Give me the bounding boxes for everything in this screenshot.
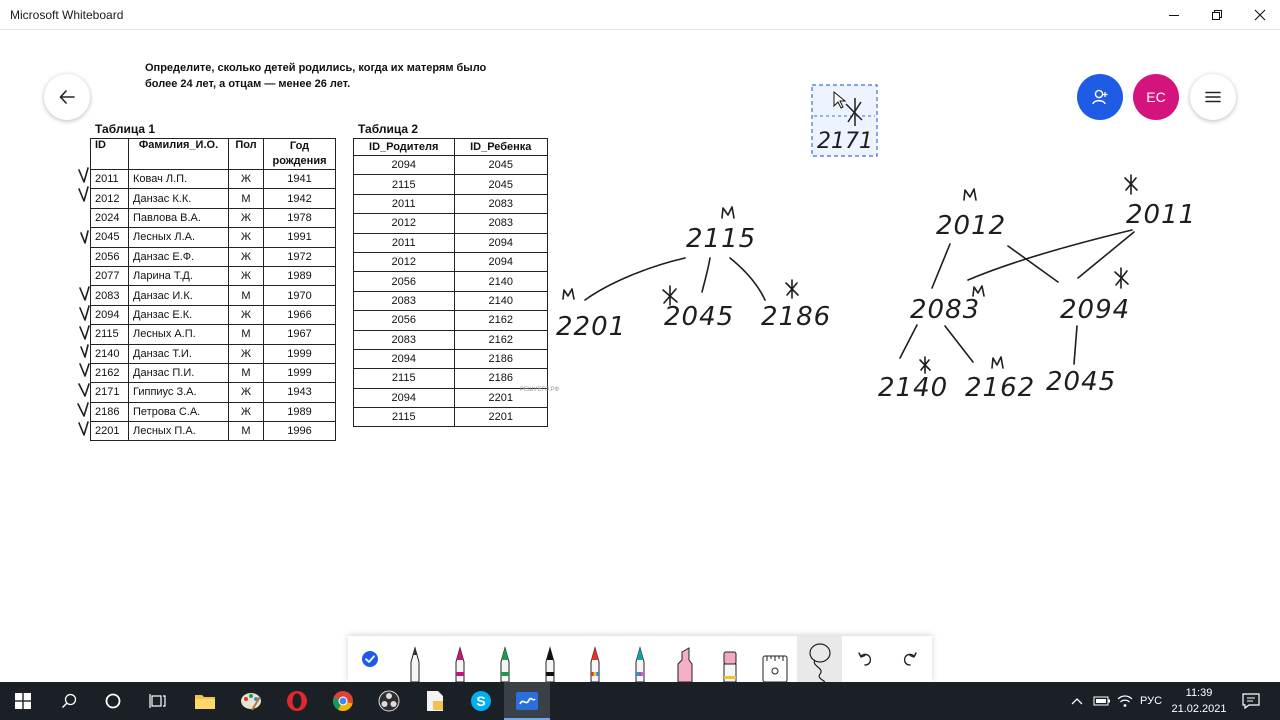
pen-black[interactable] [528, 636, 573, 682]
pen-icon [410, 646, 420, 682]
network-indicator[interactable] [1117, 682, 1133, 720]
tree2-parent-label: 2012 [936, 211, 1006, 241]
taskbar-clock[interactable]: 11:39 21.02.2021 [1168, 685, 1230, 717]
undo-icon [857, 652, 871, 666]
task-view-icon [149, 694, 166, 708]
cortana-button[interactable] [90, 682, 136, 720]
highlighter-icon [677, 647, 693, 682]
tree1-child-label: 2045 [664, 302, 734, 332]
taskbar-chrome[interactable] [320, 682, 366, 720]
pen-magenta[interactable] [438, 636, 483, 682]
notifications-button[interactable] [1242, 682, 1260, 720]
pen-teal[interactable] [618, 636, 663, 682]
tree1-child-label: 2201 [556, 312, 626, 342]
account-avatar[interactable]: EC [1133, 74, 1179, 120]
pen-icon [545, 646, 555, 682]
ruler-icon [762, 655, 788, 682]
taskbar-opera[interactable] [274, 682, 320, 720]
eraser-icon [723, 651, 737, 682]
redo-button[interactable] [887, 636, 932, 682]
windows-logo-icon [15, 693, 31, 709]
invite-button[interactable] [1077, 74, 1123, 120]
notifications-icon [1242, 693, 1260, 709]
pen-icon [635, 646, 645, 682]
taskbar: S РУС 11:39 21.02.2021 [0, 682, 1280, 720]
taskbar-file-explorer[interactable] [182, 682, 228, 720]
menu-button[interactable] [1190, 74, 1236, 120]
document-icon [427, 691, 443, 711]
taskbar-obs[interactable] [366, 682, 412, 720]
arrow-left-icon [59, 90, 75, 104]
person-add-icon [1092, 89, 1108, 105]
taskbar-skype[interactable]: S [458, 682, 504, 720]
svg-text:S: S [476, 693, 485, 709]
asterisk-marks [662, 174, 1138, 374]
start-button[interactable] [0, 682, 46, 720]
checkmarks [77, 167, 90, 436]
pen-icon [590, 646, 600, 682]
wifi-icon [1117, 695, 1133, 707]
lasso-tool[interactable] [797, 636, 843, 682]
taskbar-paint[interactable] [228, 682, 274, 720]
select-tool[interactable] [348, 636, 393, 682]
selection-label: 2171 [817, 129, 873, 154]
tray-chevron[interactable] [1071, 682, 1083, 720]
paint-palette-icon [241, 693, 261, 711]
whiteboard-window: Microsoft Whiteboard Определите, сколько… [0, 0, 1280, 720]
language-label: РУС [1140, 695, 1163, 707]
pen-icon [500, 646, 510, 682]
chevron-up-icon [1071, 698, 1083, 705]
pen-red[interactable] [573, 636, 618, 682]
pen-green[interactable] [483, 636, 528, 682]
pen-white[interactable] [393, 636, 438, 682]
chrome-icon [332, 691, 353, 711]
pen-icon [455, 646, 465, 682]
battery-indicator[interactable] [1093, 682, 1111, 720]
taskbar-whiteboard[interactable] [504, 682, 550, 720]
search-icon [61, 693, 77, 709]
language-indicator[interactable]: РУС [1140, 682, 1162, 720]
redo-icon [903, 652, 917, 666]
ruler-tool[interactable] [752, 636, 797, 682]
back-button[interactable] [44, 74, 90, 120]
avatar-initials: EC [1146, 89, 1166, 105]
eraser-tool[interactable] [707, 636, 752, 682]
cortana-icon [105, 693, 121, 709]
skype-icon: S [471, 691, 491, 711]
clock-time: 11:39 [1185, 687, 1213, 699]
folder-icon [195, 695, 215, 709]
undo-button[interactable] [842, 636, 887, 682]
opera-icon [287, 691, 307, 711]
tree2-child-label: 2140 [878, 373, 948, 403]
tree2-child-label: 2162 [965, 373, 1035, 403]
tree2-middle-label: 2083 [910, 295, 980, 325]
tree1-root-label: 2115 [686, 224, 756, 254]
ink-toolbar [348, 636, 932, 682]
taskbar-document-app[interactable] [412, 682, 458, 720]
highlighter-pink[interactable] [662, 636, 707, 682]
tree2-parent-label: 2011 [1126, 200, 1196, 230]
hamburger-icon [1205, 91, 1221, 103]
tree2-child-label: 2045 [1046, 367, 1116, 397]
tree1-lines [584, 257, 766, 301]
checkmark-circle-icon [362, 651, 379, 667]
tree2-middle-label: 2094 [1060, 295, 1130, 325]
lasso-icon [809, 643, 831, 682]
whiteboard-icon [516, 692, 538, 710]
task-view-button[interactable] [135, 682, 181, 720]
clock-date: 21.02.2021 [1171, 703, 1227, 715]
battery-icon [1093, 696, 1110, 706]
search-button[interactable] [46, 682, 92, 720]
obs-icon [378, 690, 400, 712]
tree1-child-label: 2186 [761, 302, 831, 332]
selected-ink-2171[interactable]: 2171 [811, 84, 878, 157]
